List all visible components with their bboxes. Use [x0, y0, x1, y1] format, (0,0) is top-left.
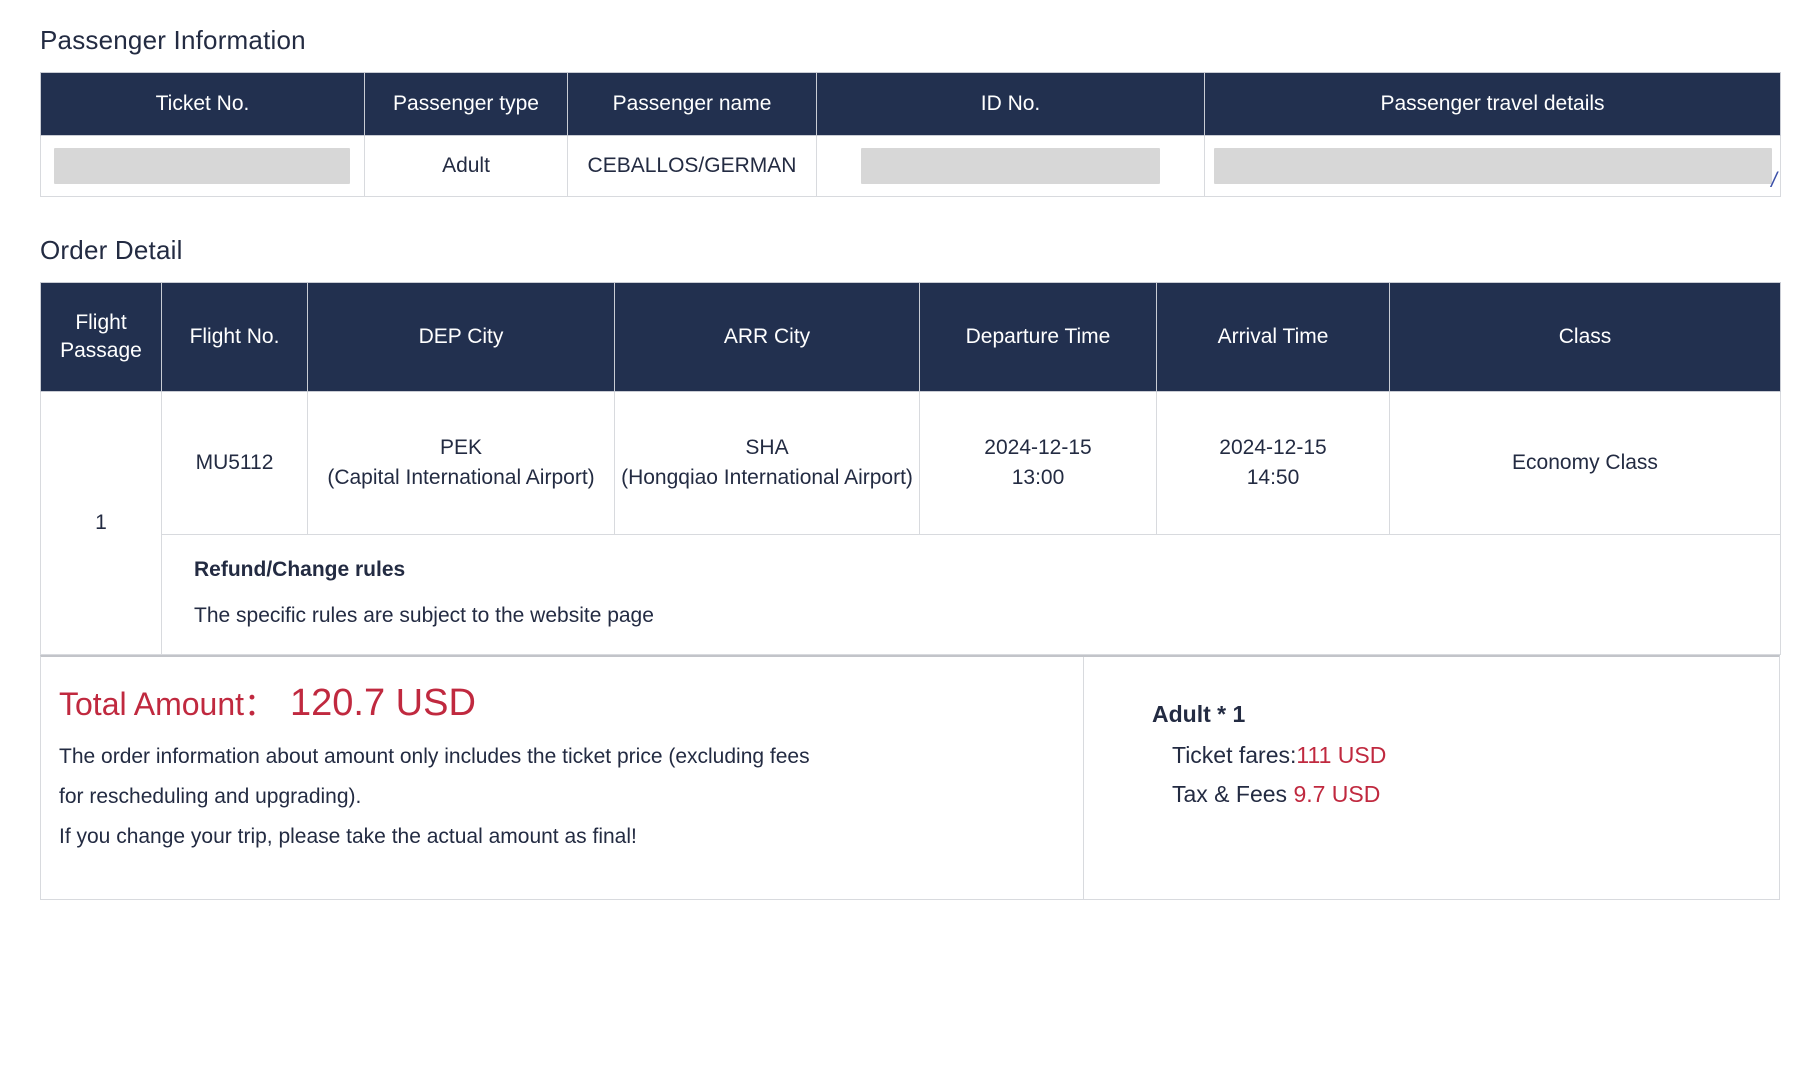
total-amount-note: The order information about amount only … [59, 737, 1059, 857]
order-detail-table: Flight Passage Flight No. DEP City ARR C… [40, 282, 1781, 655]
cell-class: Economy Class [1389, 391, 1781, 535]
passenger-table-row: Adult CEBALLOS/GERMAN / [40, 135, 1781, 197]
fare-breakdown-panel: Adult * 1 Ticket fares:111 USD Tax & Fee… [1084, 657, 1779, 899]
column-header-departure-time: Departure Time [919, 282, 1157, 392]
cell-ticket-no [40, 135, 365, 197]
departure-date: 2024-12-15 [984, 435, 1092, 459]
tax-fees-value: 9.7 USD [1293, 780, 1381, 807]
arr-city-code: SHA [745, 435, 789, 459]
cell-departure-time: 2024-12-15 13:00 [919, 391, 1157, 535]
column-header-flight-passage-line2: Passage [60, 339, 142, 362]
flight-table-header-row: Flight Passage Flight No. DEP City ARR C… [40, 282, 1781, 392]
ticket-fares-row: Ticket fares:111 USD [1152, 736, 1779, 775]
total-amount-panel: Total Amount： 120.7 USD The order inform… [41, 656, 1084, 899]
tax-fees-label: Tax & Fees [1172, 780, 1294, 807]
booking-confirmation-page: Passenger Information Ticket No. Passeng… [0, 0, 1818, 1086]
arrival-clock: 14:50 [1246, 466, 1300, 489]
column-header-dep-city: DEP City [307, 282, 615, 392]
refund-rules-row: Refund/Change rules The specific rules a… [41, 534, 1781, 655]
total-amount-label: Total Amount： [59, 685, 277, 722]
column-header-flight-passage: Flight Passage [40, 282, 162, 392]
redacted-ticket-no [54, 148, 350, 184]
cell-passenger-name: CEBALLOS/GERMAN [567, 135, 817, 197]
passenger-table-header-row: Ticket No. Passenger type Passenger name… [40, 72, 1781, 136]
ticket-fares-value: 111 USD [1296, 741, 1387, 768]
arr-city-airport: (Hongqiao International Airport) [621, 466, 913, 489]
arrival-date: 2024-12-15 [1219, 435, 1327, 459]
column-header-arrival-time: Arrival Time [1156, 282, 1390, 392]
refund-rules-body: The specific rules are subject to the we… [194, 604, 654, 628]
cell-flight-no: MU5112 [161, 391, 308, 535]
travel-details-link-glyph[interactable]: / [1771, 170, 1777, 191]
column-header-flight-passage-line1: Flight [75, 310, 127, 334]
redacted-travel-details [1214, 148, 1772, 184]
cell-dep-city: PEK (Capital International Airport) [307, 391, 615, 535]
total-amount-line: Total Amount： 120.7 USD [59, 679, 1083, 725]
column-header-passenger-type: Passenger type [364, 72, 568, 136]
passenger-information-table: Ticket No. Passenger type Passenger name… [40, 72, 1781, 197]
note-line-3: If you change your trip, please take the… [59, 824, 637, 848]
note-line-1: The order information about amount only … [59, 744, 810, 768]
cell-flight-passage: 1 [40, 391, 162, 655]
departure-clock: 13:00 [1011, 466, 1065, 489]
column-header-id-no: ID No. [816, 72, 1205, 136]
refund-rules-title: Refund/Change rules [194, 558, 406, 581]
column-header-flight-no: Flight No. [161, 282, 308, 392]
passenger-information-heading: Passenger Information [40, 25, 306, 55]
column-header-class: Class [1389, 282, 1781, 392]
ticket-fares-label: Ticket fares: [1172, 741, 1297, 768]
order-detail-heading-wrap: Order Detail [40, 197, 1778, 263]
order-summary-band: Total Amount： 120.7 USD The order inform… [40, 654, 1780, 900]
column-header-arr-city: ARR City [614, 282, 920, 392]
fare-breakdown-passenger-heading: Adult * 1 [1152, 700, 1246, 727]
cell-arrival-time: 2024-12-15 14:50 [1156, 391, 1390, 535]
cell-arr-city: SHA (Hongqiao International Airport) [614, 391, 920, 535]
total-amount-value: 120.7 USD [290, 681, 476, 724]
dep-city-code: PEK [439, 435, 483, 459]
cell-id-no [816, 135, 1205, 197]
cell-passenger-type: Adult [364, 135, 568, 197]
order-detail-heading: Order Detail [40, 235, 183, 265]
dep-city-airport: (Capital International Airport) [327, 466, 595, 489]
tax-fees-row: Tax & Fees 9.7 USD [1152, 775, 1779, 814]
cell-passenger-travel-details: / [1204, 135, 1781, 197]
passenger-information-heading-wrap: Passenger Information [40, 0, 1778, 53]
column-header-ticket-no: Ticket No. [40, 72, 365, 136]
note-line-2: for rescheduling and upgrading). [59, 784, 362, 808]
column-header-passenger-travel-details: Passenger travel details [1204, 72, 1781, 136]
cell-refund-change-rules: Refund/Change rules The specific rules a… [161, 534, 1781, 655]
flight-table-row: 1 MU5112 PEK (Capital International Airp… [40, 391, 1781, 655]
redacted-id-no [861, 148, 1160, 184]
column-header-passenger-name: Passenger name [567, 72, 817, 136]
